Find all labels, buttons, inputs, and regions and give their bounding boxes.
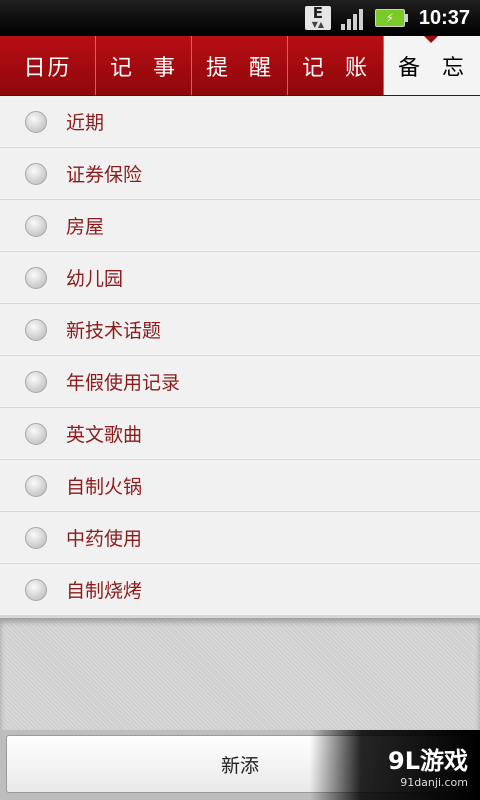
- tab-label-char: 账: [344, 55, 369, 81]
- tab-label-char: 忘: [441, 55, 466, 81]
- list-item-label: 年假使用记录: [66, 372, 181, 394]
- list-item-label: 证券保险: [66, 164, 143, 186]
- radio-button[interactable]: [25, 110, 47, 133]
- tab-memo[interactable]: 备 忘: [384, 36, 480, 95]
- tab-notes[interactable]: 记 事: [96, 36, 192, 95]
- watermark-sub: 91danji.com: [400, 776, 468, 789]
- tab-reminders[interactable]: 提 醒: [192, 36, 288, 95]
- list-item[interactable]: 房屋: [0, 200, 480, 252]
- list-item-label: 自制烧烤: [66, 580, 143, 602]
- network-type-icon: E ▼▲: [304, 4, 331, 30]
- network-type-label: E: [312, 4, 323, 22]
- list-item[interactable]: 幼儿园: [0, 252, 480, 304]
- radio-button[interactable]: [25, 422, 47, 445]
- list-item-label: 房屋: [66, 216, 105, 238]
- list-item-label: 近期: [66, 112, 105, 134]
- tab-label-char: 记: [302, 55, 327, 81]
- battery-charging-icon: ⚡: [374, 9, 408, 27]
- watermark-main: 9L游戏: [388, 747, 468, 775]
- tab-label: 日历: [23, 55, 72, 81]
- list-item[interactable]: 自制烧烤: [0, 564, 480, 616]
- list-item-label: 中药使用: [66, 528, 143, 550]
- list-item[interactable]: 近期: [0, 96, 480, 148]
- radio-button[interactable]: [25, 370, 47, 393]
- list-item-label: 幼儿园: [66, 268, 124, 290]
- tab-calendar[interactable]: 日历: [0, 36, 96, 95]
- radio-button[interactable]: [25, 526, 47, 549]
- list-item[interactable]: 自制火锅: [0, 460, 480, 512]
- list-item-label: 新技术话题: [66, 320, 162, 342]
- radio-button[interactable]: [25, 266, 47, 289]
- list-item-label: 英文歌曲: [66, 424, 143, 446]
- tab-label-char: 记: [110, 55, 135, 81]
- charging-bolt-icon: ⚡: [385, 11, 395, 25]
- list-item-label: 自制火锅: [66, 476, 143, 498]
- watermark-logo: 9L游戏 91danji.com: [310, 730, 480, 800]
- tab-accounts[interactable]: 记 账: [288, 36, 384, 95]
- radio-button[interactable]: [25, 578, 47, 601]
- list-item[interactable]: 中药使用: [0, 512, 480, 564]
- bottom-bar: 新添 9L游戏 91danji.com: [0, 730, 480, 800]
- list-item[interactable]: 新技术话题: [0, 304, 480, 356]
- tab-label-char: 备: [398, 55, 423, 81]
- radio-button[interactable]: [25, 318, 47, 341]
- radio-button[interactable]: [25, 214, 47, 237]
- tab-label-char: 事: [152, 55, 177, 81]
- tab-bar: 日历 记 事 提 醒 记 账 备 忘: [0, 36, 480, 96]
- tab-label-char: 醒: [248, 55, 273, 81]
- tab-label-char: 提: [206, 55, 231, 81]
- list-item[interactable]: 英文歌曲: [0, 408, 480, 460]
- clock: 10:37: [418, 6, 470, 29]
- radio-button[interactable]: [25, 162, 47, 185]
- status-bar: E ▼▲ ⚡ 10:37: [0, 0, 480, 36]
- list-item[interactable]: 证券保险: [0, 148, 480, 200]
- empty-area: [0, 618, 480, 730]
- list-item[interactable]: 年假使用记录: [0, 356, 480, 408]
- memo-list: 近期 证券保险 房屋 幼儿园 新技术话题 年假使用记录 英文歌曲 自制火锅 中药…: [0, 96, 480, 616]
- signal-strength-icon: [340, 6, 365, 30]
- data-arrows-icon: ▼▲: [311, 20, 324, 29]
- radio-button[interactable]: [25, 474, 47, 497]
